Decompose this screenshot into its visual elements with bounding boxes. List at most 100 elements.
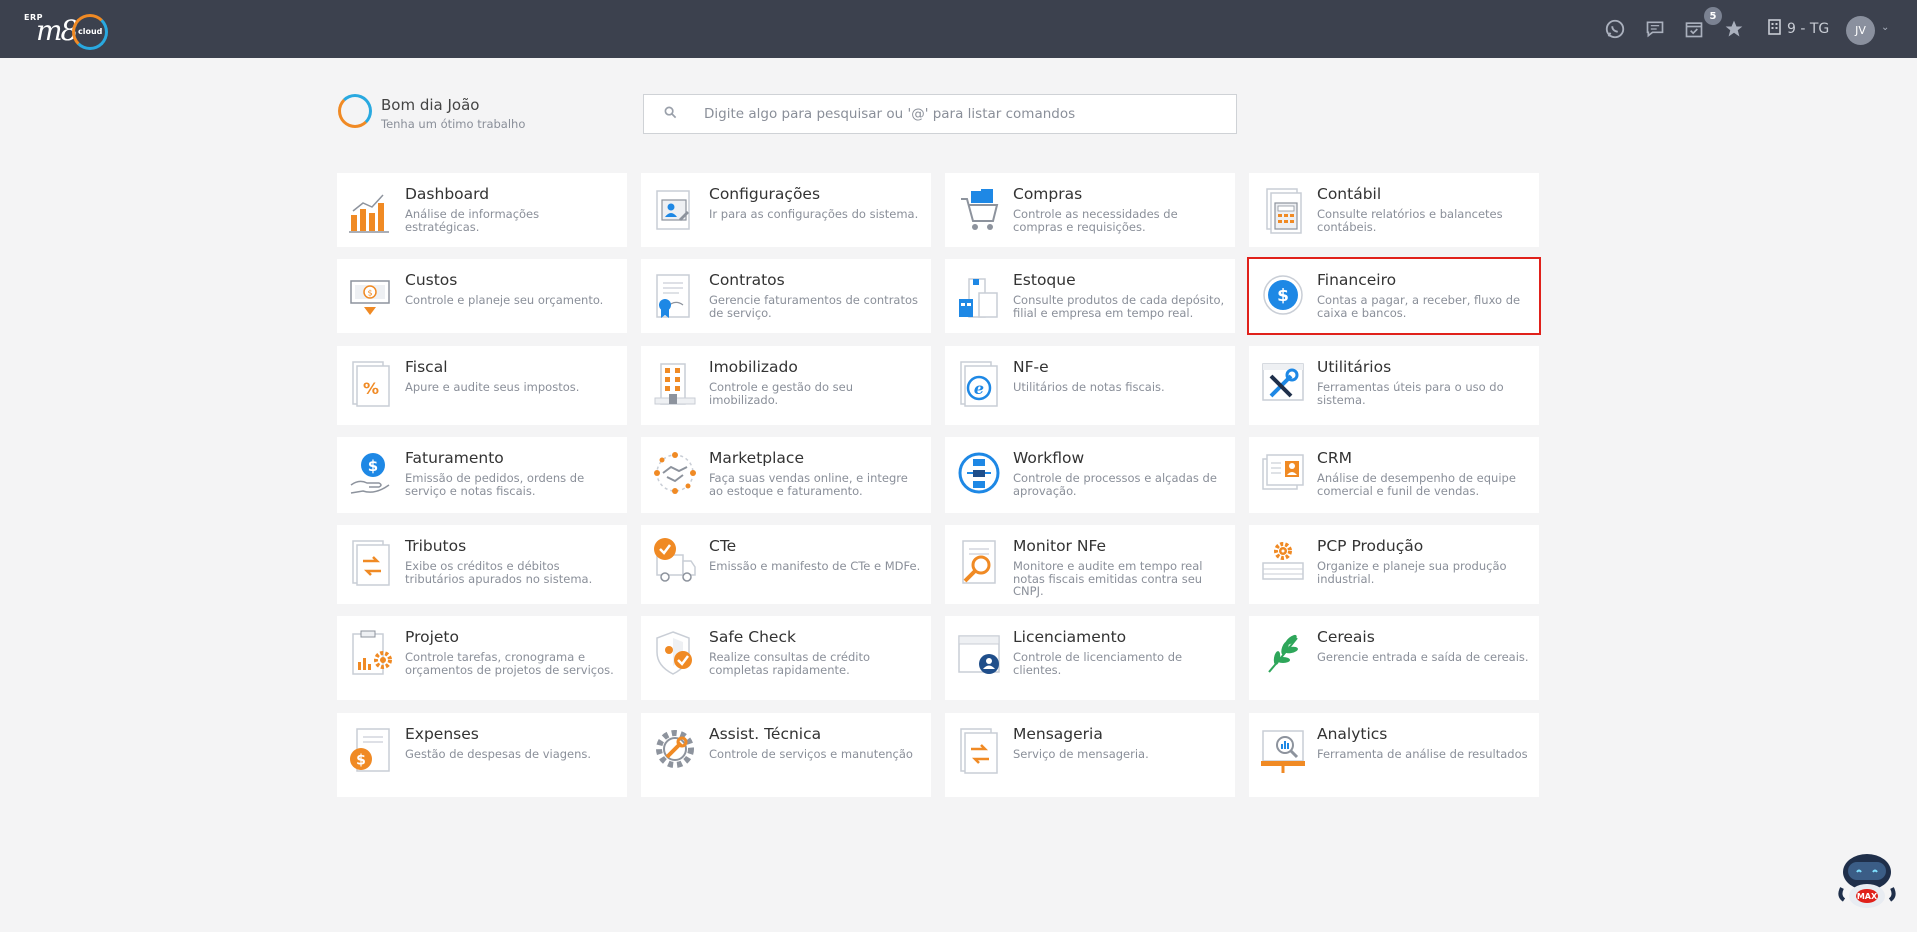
max-assistant-icon[interactable]: MAX bbox=[1838, 850, 1896, 910]
module-description: Organize e planeje sua produção industri… bbox=[1317, 559, 1507, 586]
module-description: Consulte produtos de cada depósito, fili… bbox=[1013, 293, 1225, 320]
shopping-cart-icon bbox=[957, 185, 1001, 235]
module-title: Analytics bbox=[1317, 725, 1388, 743]
greeting-logo bbox=[338, 94, 372, 128]
module-card-contabil[interactable]: Contábil Consulte relatórios e balancetes… bbox=[1249, 173, 1539, 247]
user-avatar[interactable]: JV bbox=[1846, 16, 1875, 45]
module-card-utilitarios[interactable]: Utilitários Ferramentas úteis para o uso … bbox=[1249, 346, 1539, 425]
module-description: Ferramentas úteis para o uso do sistema. bbox=[1317, 380, 1504, 407]
cost-icon: $ bbox=[349, 271, 393, 321]
module-title: Marketplace bbox=[709, 449, 804, 467]
module-card-mensageria[interactable]: Mensageria Serviço de mensageria. bbox=[945, 713, 1235, 797]
module-description: Faça suas vendas online, e integre ao es… bbox=[709, 471, 908, 498]
module-description: Controle de serviços e manutenção bbox=[709, 747, 913, 761]
top-bar: ERP m8 cloud 5 9 - TG JV ⌄ bbox=[0, 0, 1917, 58]
svg-text:$: $ bbox=[367, 289, 372, 298]
module-description: Controle e gestão do seu imobilizado. bbox=[709, 380, 853, 407]
contract-icon bbox=[653, 271, 697, 321]
module-description: Emissão e manifesto de CTe e MDFe. bbox=[709, 559, 921, 573]
calendar-check-icon[interactable] bbox=[1682, 17, 1706, 41]
module-card-tributos[interactable]: Tributos Exibe os créditos e débitos trib… bbox=[337, 525, 627, 604]
module-description: Análise de informações estratégicas. bbox=[405, 207, 540, 234]
module-title: CTe bbox=[709, 537, 737, 555]
module-card-estoque[interactable]: Estoque Consulte produtos de cada depósit… bbox=[945, 259, 1235, 333]
module-description: Controle as necessidades de compras e re… bbox=[1013, 207, 1178, 234]
module-card-workflow[interactable]: Workflow Controle de processos e alçadas … bbox=[945, 437, 1235, 513]
company-selector[interactable]: 9 - TG bbox=[1768, 19, 1829, 39]
module-card-custos[interactable]: $ Custos Controle e planeje seu orçamento. bbox=[337, 259, 627, 333]
module-card-contratos[interactable]: Contratos Gerencie faturamentos de contra… bbox=[641, 259, 931, 333]
module-card-crm[interactable]: CRM Análise de desempenho de equipe comer… bbox=[1249, 437, 1539, 513]
license-icon bbox=[957, 628, 1001, 678]
module-description: Contas a pagar, a receber, fluxo de caix… bbox=[1317, 293, 1521, 320]
module-card-analytics[interactable]: Analytics Ferramenta de análise de result… bbox=[1249, 713, 1539, 797]
star-icon[interactable] bbox=[1722, 17, 1746, 41]
module-card-fiscal[interactable]: % Fiscal Apure e audite seus impostos. bbox=[337, 346, 627, 425]
module-card-dashboard[interactable]: Dashboard Análise de informações estratég… bbox=[337, 173, 627, 247]
module-title: Cereais bbox=[1317, 628, 1375, 646]
module-card-projeto[interactable]: Projeto Controle tarefas, cronograma e or… bbox=[337, 616, 627, 700]
building-icon bbox=[1768, 19, 1781, 39]
module-card-compras[interactable]: Compras Controle as necessidades de compr… bbox=[945, 173, 1235, 247]
svg-text:$: $ bbox=[1277, 286, 1289, 306]
module-card-nf-e[interactable]: e NF-e Utilitários de notas fiscais. bbox=[945, 346, 1235, 425]
module-description: Consulte relatórios e balancetes contábe… bbox=[1317, 207, 1503, 234]
module-title: Estoque bbox=[1013, 271, 1076, 289]
module-title: Utilitários bbox=[1317, 358, 1392, 376]
module-title: Assist. Técnica bbox=[709, 725, 822, 743]
greeting-subtitle: Tenha um ótimo trabalho bbox=[381, 117, 526, 131]
svg-text:$: $ bbox=[368, 457, 378, 475]
module-title: CRM bbox=[1317, 449, 1352, 467]
greeting-title: Bom dia João bbox=[381, 96, 480, 114]
module-card-marketplace[interactable]: Marketplace Faça suas vendas online, e in… bbox=[641, 437, 931, 513]
module-title: Monitor NFe bbox=[1013, 537, 1107, 555]
module-card-assist-tecnica[interactable]: Assist. Técnica Controle de serviços e ma… bbox=[641, 713, 931, 797]
dollar-circle-icon: $ bbox=[1261, 271, 1305, 321]
chat-icon[interactable] bbox=[1643, 17, 1667, 41]
command-search[interactable] bbox=[643, 94, 1237, 134]
module-card-licenciamento[interactable]: Licenciamento Controle de licenciamento d… bbox=[945, 616, 1235, 700]
module-title: Tributos bbox=[405, 537, 467, 555]
magnifier-document-icon bbox=[957, 537, 1001, 587]
transfer-document-icon bbox=[349, 537, 393, 587]
module-card-pcp-producao[interactable]: PCP Produção Organize e planeje sua produ… bbox=[1249, 525, 1539, 604]
building-icon bbox=[653, 358, 697, 408]
module-description: Emissão de pedidos, ordens de serviço e … bbox=[405, 471, 585, 498]
module-card-financeiro[interactable]: $ Financeiro Contas a pagar, a receber, fl… bbox=[1247, 257, 1541, 335]
truck-check-icon bbox=[653, 537, 697, 587]
svg-text:MAX: MAX bbox=[1857, 892, 1878, 901]
module-card-cte[interactable]: CTe Emissão e manifesto de CTe e MDFe. bbox=[641, 525, 931, 604]
module-title: Imobilizado bbox=[709, 358, 798, 376]
module-card-imobilizado[interactable]: Imobilizado Controle e gestão do seu imob… bbox=[641, 346, 931, 425]
module-description: Ferramenta de análise de resultados bbox=[1317, 747, 1528, 761]
module-title: Financeiro bbox=[1317, 271, 1397, 289]
module-card-safe-check[interactable]: Safe Check Realize consultas de crédito c… bbox=[641, 616, 931, 700]
module-title: Safe Check bbox=[709, 628, 796, 646]
module-title: Custos bbox=[405, 271, 458, 289]
module-title: Fiscal bbox=[405, 358, 448, 376]
module-card-configuracoes[interactable]: Configurações Ir para as configurações do… bbox=[641, 173, 931, 247]
m8-cloud-logo[interactable]: ERP m8 cloud bbox=[22, 10, 114, 52]
module-title: Faturamento bbox=[405, 449, 504, 467]
warehouse-icon bbox=[957, 271, 1001, 321]
whatsapp-icon[interactable] bbox=[1603, 17, 1627, 41]
e-document-icon: e bbox=[957, 358, 1001, 408]
company-label: 9 - TG bbox=[1787, 21, 1830, 37]
tools-icon bbox=[1261, 358, 1305, 408]
svg-text:$: $ bbox=[356, 753, 366, 769]
module-card-cereais[interactable]: Cereais Gerencie entrada e saída de cerea… bbox=[1249, 616, 1539, 700]
production-gear-icon bbox=[1261, 537, 1305, 587]
module-card-faturamento[interactable]: $ Faturamento Emissão de pedidos, ordens d… bbox=[337, 437, 627, 513]
search-input[interactable] bbox=[704, 95, 1224, 133]
module-title: Contábil bbox=[1317, 185, 1382, 203]
module-description: Gestão de despesas de viagens. bbox=[405, 747, 592, 761]
crm-icon bbox=[1261, 449, 1305, 499]
module-description: Realize consultas de crédito completas r… bbox=[709, 650, 871, 677]
module-title: PCP Produção bbox=[1317, 537, 1424, 555]
notification-badge: 5 bbox=[1704, 7, 1722, 25]
clipboard-gear-icon bbox=[349, 628, 393, 678]
module-card-expenses[interactable]: $ Expenses Gestão de despesas de viagens. bbox=[337, 713, 627, 797]
chevron-down-icon[interactable]: ⌄ bbox=[1881, 22, 1889, 33]
module-card-monitor-nfe[interactable]: Monitor NFe Monitore e audite em tempo re… bbox=[945, 525, 1235, 604]
handshake-icon bbox=[653, 449, 697, 499]
